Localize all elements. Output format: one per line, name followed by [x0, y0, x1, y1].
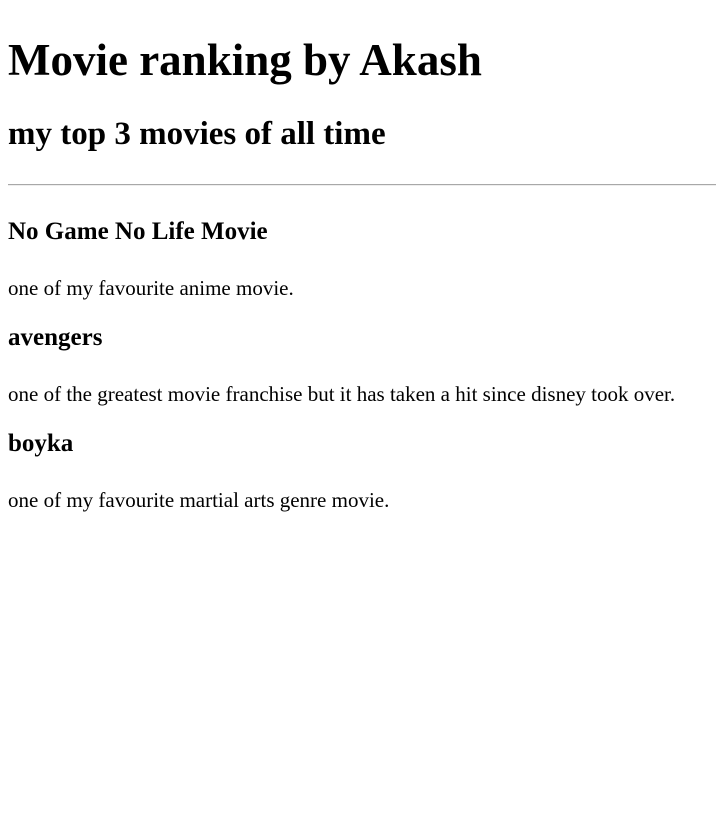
page: Movie ranking by Akash my top 3 movies o… [0, 34, 716, 514]
movie-description: one of the greatest movie franchise but … [8, 382, 676, 406]
divider [8, 184, 716, 186]
page-subtitle: my top 3 movies of all time [8, 116, 386, 152]
page-title: Movie ranking by Akash [8, 35, 482, 85]
movie-entry-avengers: avengers one of the greatest movie franc… [8, 323, 716, 408]
movie-entry-no-game-no-life: No Game No Life Movie one of my favourit… [8, 217, 716, 302]
movie-entry-boyka: boyka one of my favourite martial arts g… [8, 429, 716, 514]
movie-description: one of my favourite martial arts genre m… [8, 488, 390, 512]
movie-title: boyka [8, 430, 74, 457]
movie-title: avengers [8, 324, 103, 351]
movie-title: No Game No Life Movie [8, 218, 268, 245]
movie-description: one of my favourite anime movie. [8, 276, 294, 300]
